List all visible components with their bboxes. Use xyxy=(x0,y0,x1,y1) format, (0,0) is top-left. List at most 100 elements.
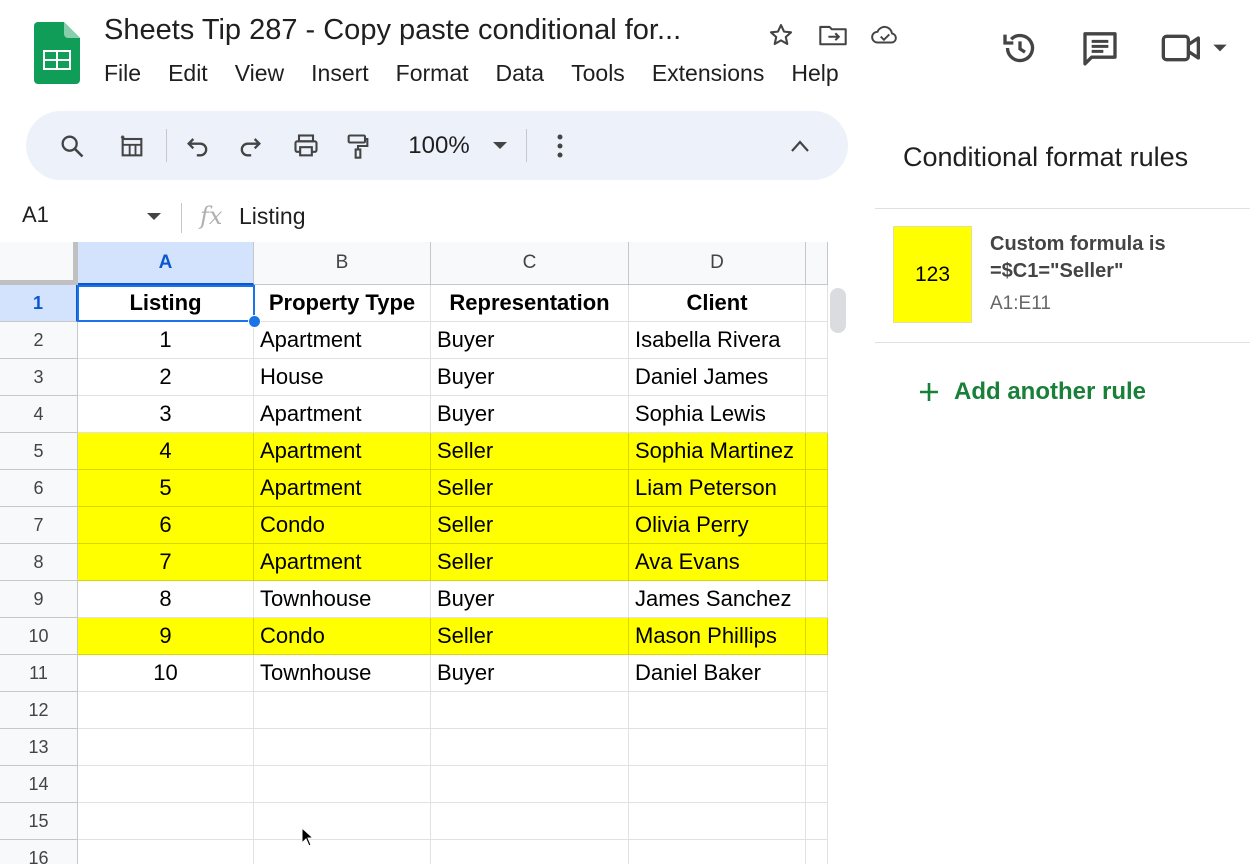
cell-c12[interactable] xyxy=(431,692,629,729)
column-header-c[interactable]: C xyxy=(431,242,629,285)
cell-e6[interactable] xyxy=(806,470,828,507)
cell-c2[interactable]: Buyer xyxy=(431,322,629,359)
more-icon[interactable] xyxy=(544,111,576,180)
cell-d16[interactable] xyxy=(629,840,806,864)
cell-e14[interactable] xyxy=(806,766,828,803)
cell-a16[interactable] xyxy=(78,840,254,864)
table-icon[interactable] xyxy=(116,111,148,180)
cell-b6[interactable]: Apartment xyxy=(254,470,431,507)
cell-a5[interactable]: 4 xyxy=(78,433,254,470)
cell-d1[interactable]: Client xyxy=(629,285,806,322)
cell-a1[interactable]: Listing xyxy=(78,285,254,322)
cell-c6[interactable]: Seller xyxy=(431,470,629,507)
cell-c11[interactable]: Buyer xyxy=(431,655,629,692)
row-header-13[interactable]: 13 xyxy=(0,729,78,766)
cell-e4[interactable] xyxy=(806,396,828,433)
cell-a12[interactable] xyxy=(78,692,254,729)
cell-d11[interactable]: Daniel Baker xyxy=(629,655,806,692)
cell-c3[interactable]: Buyer xyxy=(431,359,629,396)
cell-b5[interactable]: Apartment xyxy=(254,433,431,470)
cell-c16[interactable] xyxy=(431,840,629,864)
menu-view[interactable]: View xyxy=(235,60,284,87)
select-all-corner[interactable] xyxy=(0,242,78,285)
cell-c4[interactable]: Buyer xyxy=(431,396,629,433)
version-history-icon[interactable] xyxy=(1000,28,1040,68)
cell-b1[interactable]: Property Type xyxy=(254,285,431,322)
cell-d7[interactable]: Olivia Perry xyxy=(629,507,806,544)
cell-d12[interactable] xyxy=(629,692,806,729)
column-header-e[interactable] xyxy=(806,242,828,285)
cell-a14[interactable] xyxy=(78,766,254,803)
menu-file[interactable]: File xyxy=(104,60,141,87)
cell-a8[interactable]: 7 xyxy=(78,544,254,581)
cell-b3[interactable]: House xyxy=(254,359,431,396)
cell-a15[interactable] xyxy=(78,803,254,840)
paint-format-icon[interactable] xyxy=(342,111,374,180)
column-header-b[interactable]: B xyxy=(254,242,431,285)
vertical-scrollbar[interactable] xyxy=(830,288,846,333)
menu-help[interactable]: Help xyxy=(791,60,838,87)
cell-d15[interactable] xyxy=(629,803,806,840)
cell-b4[interactable]: Apartment xyxy=(254,396,431,433)
name-box[interactable]: A1 xyxy=(22,202,49,228)
cell-c7[interactable]: Seller xyxy=(431,507,629,544)
zoom-select[interactable]: 100% xyxy=(398,111,518,180)
cell-c10[interactable]: Seller xyxy=(431,618,629,655)
cell-a3[interactable]: 2 xyxy=(78,359,254,396)
row-header-12[interactable]: 12 xyxy=(0,692,78,729)
cell-d4[interactable]: Sophia Lewis xyxy=(629,396,806,433)
cell-e15[interactable] xyxy=(806,803,828,840)
cell-d10[interactable]: Mason Phillips xyxy=(629,618,806,655)
document-title[interactable]: Sheets Tip 287 - Copy paste conditional … xyxy=(104,14,681,47)
add-another-rule-button[interactable]: Add another rule xyxy=(918,378,1146,406)
menu-extensions[interactable]: Extensions xyxy=(652,60,765,87)
row-header-15[interactable]: 15 xyxy=(0,803,78,840)
collapse-icon[interactable] xyxy=(784,111,816,180)
cell-d2[interactable]: Isabella Rivera xyxy=(629,322,806,359)
cell-e10[interactable] xyxy=(806,618,828,655)
search-icon[interactable] xyxy=(56,111,88,180)
cell-c13[interactable] xyxy=(431,729,629,766)
row-header-5[interactable]: 5 xyxy=(0,433,78,470)
cell-b13[interactable] xyxy=(254,729,431,766)
cell-e3[interactable] xyxy=(806,359,828,396)
menu-tools[interactable]: Tools xyxy=(571,60,625,87)
cell-e5[interactable] xyxy=(806,433,828,470)
row-header-10[interactable]: 10 xyxy=(0,618,78,655)
cell-c8[interactable]: Seller xyxy=(431,544,629,581)
cell-b15[interactable] xyxy=(254,803,431,840)
cell-b8[interactable]: Apartment xyxy=(254,544,431,581)
cell-b12[interactable] xyxy=(254,692,431,729)
cell-c15[interactable] xyxy=(431,803,629,840)
cell-b16[interactable] xyxy=(254,840,431,864)
row-header-14[interactable]: 14 xyxy=(0,766,78,803)
cell-d6[interactable]: Liam Peterson xyxy=(629,470,806,507)
redo-icon[interactable] xyxy=(234,111,266,180)
cell-d9[interactable]: James Sanchez xyxy=(629,581,806,618)
row-header-16[interactable]: 16 xyxy=(0,840,78,864)
row-header-6[interactable]: 6 xyxy=(0,470,78,507)
row-header-3[interactable]: 3 xyxy=(0,359,78,396)
fill-handle[interactable] xyxy=(248,315,261,328)
cell-a13[interactable] xyxy=(78,729,254,766)
cell-c14[interactable] xyxy=(431,766,629,803)
row-header-4[interactable]: 4 xyxy=(0,396,78,433)
cell-e11[interactable] xyxy=(806,655,828,692)
row-header-1[interactable]: 1 xyxy=(0,285,78,322)
conditional-rule-card[interactable]: 123 Custom formula is =$C1="Seller" A1:E… xyxy=(875,209,1250,343)
cell-e12[interactable] xyxy=(806,692,828,729)
menu-edit[interactable]: Edit xyxy=(168,60,208,87)
sheets-logo-icon[interactable] xyxy=(34,22,80,84)
comments-icon[interactable] xyxy=(1080,28,1120,68)
cell-c9[interactable]: Buyer xyxy=(431,581,629,618)
cell-b7[interactable]: Condo xyxy=(254,507,431,544)
column-header-d[interactable]: D xyxy=(629,242,806,285)
formula-input[interactable]: Listing xyxy=(239,203,305,230)
cell-a6[interactable]: 5 xyxy=(78,470,254,507)
cell-d14[interactable] xyxy=(629,766,806,803)
undo-icon[interactable] xyxy=(182,111,214,180)
cell-d8[interactable]: Ava Evans xyxy=(629,544,806,581)
cell-b10[interactable]: Condo xyxy=(254,618,431,655)
cell-c5[interactable]: Seller xyxy=(431,433,629,470)
cell-e16[interactable] xyxy=(806,840,828,864)
